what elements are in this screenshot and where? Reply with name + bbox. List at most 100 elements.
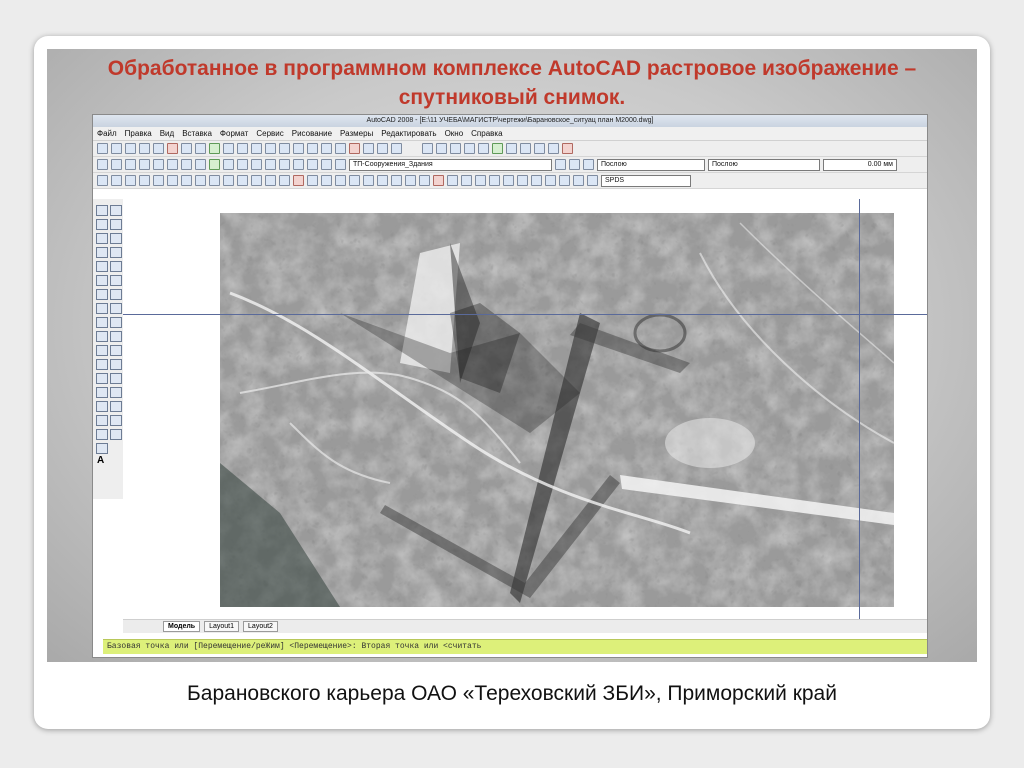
rotate-icon[interactable] — [110, 289, 122, 300]
arc-length-icon[interactable] — [349, 175, 360, 186]
menu-item-insert[interactable]: Вставка — [182, 127, 212, 140]
make-block-icon[interactable] — [96, 373, 108, 384]
save-icon[interactable] — [450, 143, 461, 154]
menu-item-modify[interactable]: Редактировать — [381, 127, 436, 140]
ellipse-icon[interactable] — [209, 175, 220, 186]
spline-icon[interactable] — [96, 317, 108, 328]
markup-icon[interactable] — [363, 143, 374, 154]
diameter-icon[interactable] — [405, 175, 416, 186]
tab-layout1[interactable]: Layout1 — [204, 621, 240, 632]
linear-dimension-icon[interactable] — [321, 175, 332, 186]
open-file-icon[interactable] — [111, 143, 122, 154]
jogged-icon[interactable] — [391, 175, 402, 186]
layer-current-icon[interactable] — [265, 159, 276, 170]
match-properties-icon[interactable] — [209, 143, 220, 154]
dimension-update-icon[interactable] — [587, 175, 598, 186]
jogged-linear-icon[interactable] — [545, 175, 556, 186]
array-icon[interactable] — [110, 261, 122, 272]
new-file-icon[interactable] — [97, 143, 108, 154]
preview-icon[interactable] — [478, 143, 489, 154]
arc-icon[interactable] — [96, 275, 108, 286]
gradient-icon[interactable] — [96, 415, 108, 426]
join-icon[interactable] — [110, 387, 122, 398]
cut-icon[interactable] — [167, 143, 178, 154]
menu-item-format[interactable]: Формат — [220, 127, 248, 140]
layer-lock-icon[interactable] — [167, 159, 178, 170]
radius-dimension-icon[interactable] — [377, 175, 388, 186]
tolerance-icon[interactable] — [503, 175, 514, 186]
layer-change-icon[interactable] — [251, 159, 262, 170]
construction-line-icon[interactable] — [125, 175, 136, 186]
tab-model[interactable]: Модель — [163, 621, 201, 632]
chamfer-icon[interactable] — [110, 401, 122, 412]
new-file-icon[interactable] — [422, 143, 433, 154]
properties-icon[interactable] — [534, 143, 545, 154]
trim-icon[interactable] — [110, 331, 122, 342]
layer-walk-icon[interactable] — [209, 159, 220, 170]
scale-icon[interactable] — [110, 303, 122, 314]
fillet-icon[interactable] — [110, 415, 122, 426]
quick-dimension-icon[interactable] — [433, 175, 444, 186]
point-icon[interactable] — [223, 175, 234, 186]
layer-toggle-icon[interactable] — [583, 159, 594, 170]
linetype-dropdown[interactable]: Послою — [708, 158, 820, 171]
menu-item-file[interactable]: Файл — [97, 127, 117, 140]
layer-state-icon[interactable] — [111, 159, 122, 170]
table-icon[interactable] — [279, 175, 290, 186]
table-icon[interactable] — [96, 443, 108, 454]
gradient-icon[interactable] — [251, 175, 262, 186]
calculator-icon[interactable] — [377, 143, 388, 154]
sheet-set-icon[interactable] — [349, 143, 360, 154]
paste-icon[interactable] — [195, 143, 206, 154]
inspection-icon[interactable] — [531, 175, 542, 186]
revision-cloud-icon[interactable] — [96, 303, 108, 314]
region-icon[interactable] — [265, 175, 276, 186]
tool-palettes-icon[interactable] — [335, 143, 346, 154]
baseline-icon[interactable] — [447, 175, 458, 186]
break-point-icon[interactable] — [110, 359, 122, 370]
undo-icon[interactable] — [223, 143, 234, 154]
properties-icon[interactable] — [307, 143, 318, 154]
continue-icon[interactable] — [461, 175, 472, 186]
polyline-icon[interactable] — [111, 175, 122, 186]
circle-icon[interactable] — [181, 175, 192, 186]
erase-icon[interactable] — [110, 205, 122, 216]
polygon-icon[interactable] — [96, 247, 108, 258]
layer-match-icon[interactable] — [195, 159, 206, 170]
save-icon[interactable] — [125, 143, 136, 154]
menu-item-dimension[interactable]: Размеры — [340, 127, 373, 140]
layer-unlock-icon[interactable] — [307, 159, 318, 170]
layer-isolate-icon[interactable] — [139, 159, 150, 170]
menu-item-window[interactable]: Окно — [445, 127, 464, 140]
layer-off-icon[interactable] — [181, 159, 192, 170]
rectangle-icon[interactable] — [96, 261, 108, 272]
print-icon[interactable] — [139, 143, 150, 154]
line-icon[interactable] — [97, 175, 108, 186]
multiline-icon[interactable] — [167, 175, 178, 186]
help-icon[interactable] — [391, 143, 402, 154]
design-center-icon[interactable] — [321, 143, 332, 154]
menu-item-draw[interactable]: Рисование — [292, 127, 332, 140]
menu-item-view[interactable]: Вид — [160, 127, 174, 140]
revision-cloud-icon[interactable] — [293, 175, 304, 186]
wipeout-icon[interactable] — [307, 175, 318, 186]
cross-icon[interactable] — [153, 175, 164, 186]
command-line[interactable]: Базовая точка или [Перемещение/реЖим] <П… — [103, 639, 927, 654]
ellipse-icon[interactable] — [96, 331, 108, 342]
layer-freeze-icon[interactable] — [153, 159, 164, 170]
redo-icon[interactable] — [237, 143, 248, 154]
undo-icon[interactable] — [506, 143, 517, 154]
zoom-previous-icon[interactable] — [293, 143, 304, 154]
stretch-icon[interactable] — [110, 317, 122, 328]
angular-icon[interactable] — [419, 175, 430, 186]
break-icon[interactable] — [110, 373, 122, 384]
match-properties-icon[interactable] — [492, 143, 503, 154]
ordinate-icon[interactable] — [363, 175, 374, 186]
layer-delete-icon[interactable] — [237, 159, 248, 170]
dimension-text-edit-icon[interactable] — [573, 175, 584, 186]
sheet-set-icon[interactable] — [562, 143, 573, 154]
preview-icon[interactable] — [153, 143, 164, 154]
tab-layout2[interactable]: Layout2 — [243, 621, 278, 632]
layer-previous-icon[interactable] — [569, 159, 580, 170]
line-icon[interactable] — [96, 205, 108, 216]
